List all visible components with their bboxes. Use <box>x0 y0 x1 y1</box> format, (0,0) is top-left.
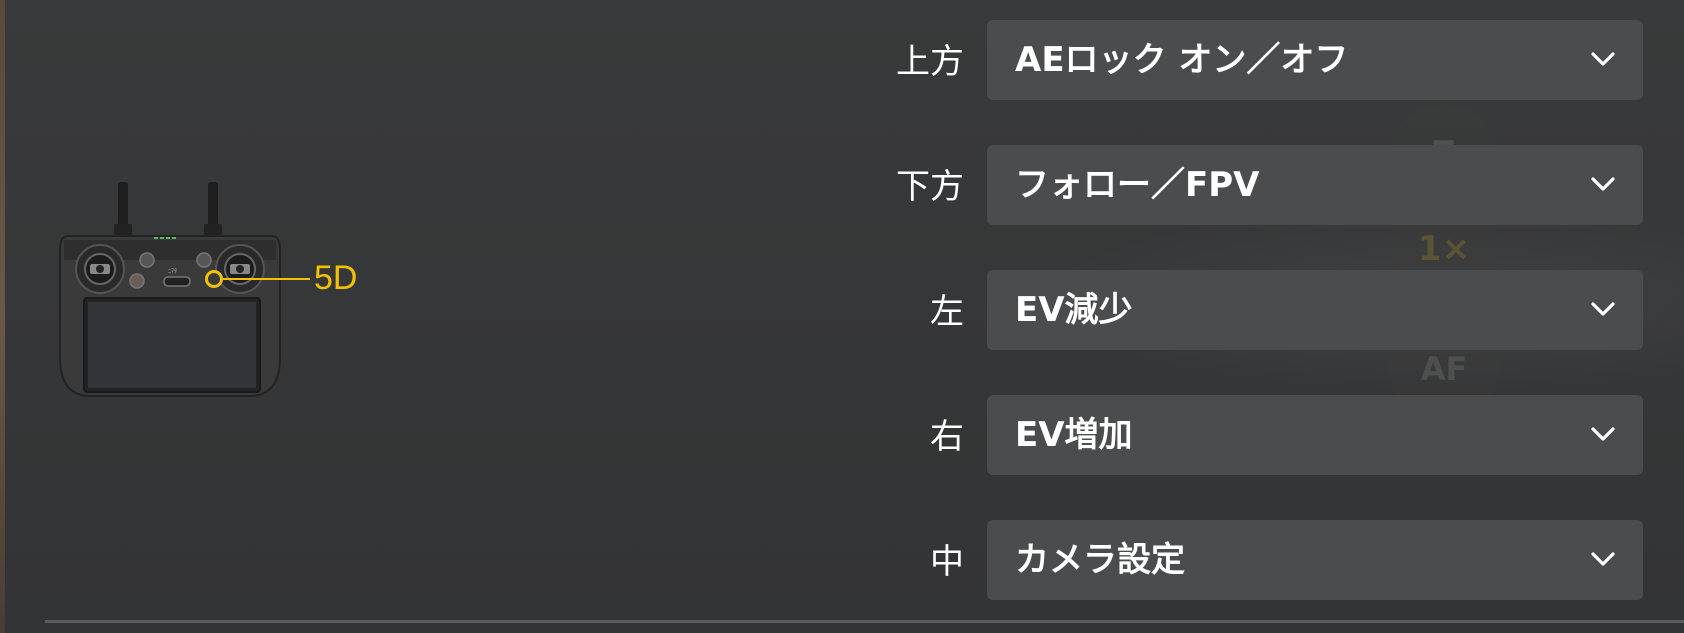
svg-text:ﾆﾏﾀ: ﾆﾏﾀ <box>168 268 177 275</box>
five-d-button-marker <box>205 270 223 288</box>
up-action-dropdown[interactable]: AEロック オン／オフ <box>987 20 1643 100</box>
left-edge-strip <box>0 0 5 633</box>
chevron-down-icon <box>1591 552 1615 566</box>
row-label-right: 右 <box>930 417 964 457</box>
row-label-up: 上方 <box>896 42 964 82</box>
chevron-down-icon <box>1591 427 1615 441</box>
callout-line <box>222 278 310 280</box>
row-label-down: 下方 <box>896 167 964 207</box>
right-action-value: EV増加 <box>1015 415 1133 455</box>
chevron-down-icon <box>1591 177 1615 191</box>
chevron-down-icon <box>1591 302 1615 316</box>
row-label-left: 左 <box>930 292 964 332</box>
row-label-center: 中 <box>930 542 964 582</box>
remote-controller-illustration: ﾆﾏﾀ <box>59 182 281 397</box>
left-action-value: EV減少 <box>1015 290 1133 330</box>
right-action-dropdown[interactable]: EV増加 <box>987 395 1643 475</box>
down-action-dropdown[interactable]: フォロー／FPV <box>987 145 1643 225</box>
center-action-dropdown[interactable]: カメラ設定 <box>987 520 1643 600</box>
chevron-down-icon <box>1591 52 1615 66</box>
bottom-divider <box>45 620 1684 623</box>
callout-label: 5D <box>314 259 358 297</box>
five-d-button-settings-panel: 7 1× AF ﾆﾏﾀ 5D <box>0 0 1684 633</box>
center-action-value: カメラ設定 <box>1015 540 1185 580</box>
left-action-dropdown[interactable]: EV減少 <box>987 270 1643 350</box>
down-action-value: フォロー／FPV <box>1015 165 1260 205</box>
up-action-value: AEロック オン／オフ <box>1015 40 1349 80</box>
